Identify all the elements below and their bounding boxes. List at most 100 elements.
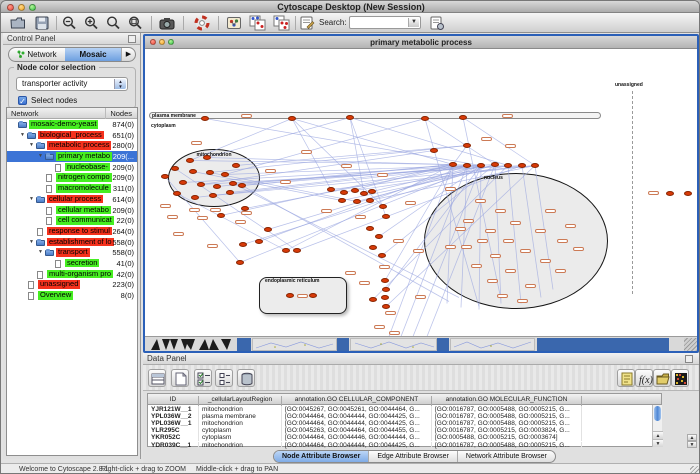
network-node[interactable] bbox=[430, 148, 438, 153]
network-node[interactable] bbox=[238, 183, 246, 188]
network-node[interactable] bbox=[264, 227, 272, 232]
network-node[interactable] bbox=[236, 260, 244, 265]
network-node[interactable] bbox=[378, 253, 386, 258]
tree-row[interactable]: cellular metabo209(0) bbox=[7, 205, 137, 216]
network-node[interactable] bbox=[197, 182, 205, 187]
strip-marker[interactable] bbox=[437, 338, 449, 351]
network-node[interactable] bbox=[209, 193, 217, 198]
network-node[interactable] bbox=[173, 191, 181, 196]
network-node[interactable] bbox=[338, 198, 346, 203]
network-node[interactable] bbox=[346, 115, 354, 120]
table-row[interactable]: YLR295Ccytoplasm[GO:0045263, GO:0044464,… bbox=[148, 427, 661, 434]
tree-row[interactable]: ▼cellular process614(0) bbox=[7, 194, 137, 205]
network-node[interactable] bbox=[255, 239, 263, 244]
network-node[interactable] bbox=[375, 234, 383, 239]
zoom-in-icon[interactable] bbox=[83, 15, 99, 31]
network-node[interactable] bbox=[213, 184, 221, 189]
network-canvas[interactable]: plasma membrane cytoplasm mitochondrion … bbox=[145, 49, 697, 336]
network-node[interactable] bbox=[369, 297, 377, 302]
search-dropdown-arrow[interactable]: ▼ bbox=[408, 18, 419, 27]
network-node[interactable] bbox=[531, 163, 539, 168]
network-node[interactable] bbox=[309, 293, 317, 298]
tab-network-attribute-browser[interactable]: Network Attribute Browser bbox=[458, 451, 555, 462]
float-panel-icon[interactable] bbox=[685, 355, 693, 363]
tree-row[interactable]: nitrogen compo209(0) bbox=[7, 172, 137, 183]
panel-scroll-down-icon[interactable]: ▼ bbox=[687, 441, 697, 448]
select-columns-icon[interactable] bbox=[148, 369, 166, 387]
notes-icon[interactable] bbox=[617, 369, 635, 387]
scroll-up-icon[interactable]: ▲ bbox=[653, 431, 663, 439]
network-node[interactable] bbox=[353, 199, 361, 204]
tree-row[interactable]: ▼metabolic process280(0) bbox=[7, 140, 137, 151]
network-node[interactable] bbox=[286, 293, 294, 298]
network-node[interactable] bbox=[189, 169, 197, 174]
tree-row[interactable]: nucleobase-209(0) bbox=[7, 162, 137, 173]
open-folder-icon[interactable] bbox=[10, 15, 26, 31]
import-folder-icon[interactable] bbox=[653, 369, 671, 387]
network-node[interactable] bbox=[504, 163, 512, 168]
tree-row[interactable]: ▼transport558(0) bbox=[7, 247, 137, 258]
network-node[interactable] bbox=[288, 116, 296, 121]
strip-scrollbar[interactable] bbox=[537, 338, 669, 351]
annotation-form-icon[interactable] bbox=[299, 15, 315, 31]
view-resize-grip[interactable] bbox=[684, 338, 697, 351]
float-panel-icon[interactable] bbox=[128, 35, 136, 43]
network-node[interactable] bbox=[293, 248, 301, 253]
network-node[interactable] bbox=[463, 163, 471, 168]
network-node[interactable] bbox=[382, 214, 390, 219]
network-node[interactable] bbox=[368, 189, 376, 194]
tree-row[interactable]: unassigned223(0) bbox=[7, 279, 137, 290]
network-node[interactable] bbox=[232, 163, 240, 168]
network-node[interactable] bbox=[221, 172, 229, 177]
scroll-down-icon[interactable]: ▼ bbox=[653, 439, 663, 447]
disclosure-triangle-icon[interactable]: ▼ bbox=[38, 153, 43, 159]
strip-marker[interactable] bbox=[337, 338, 349, 351]
network-node[interactable] bbox=[421, 116, 429, 121]
strip-thumbnail[interactable] bbox=[350, 338, 437, 351]
network-node[interactable] bbox=[369, 245, 377, 250]
network-node[interactable] bbox=[379, 204, 387, 209]
strip-thumbnail[interactable] bbox=[450, 338, 535, 351]
tree-col-network[interactable]: Network bbox=[11, 109, 39, 118]
network-node[interactable] bbox=[171, 166, 179, 171]
help-lifesaver-icon[interactable] bbox=[194, 15, 210, 31]
network-node[interactable] bbox=[684, 191, 692, 196]
table-row[interactable]: YJR121W__1mitochondrion[GO:0045267, GO:0… bbox=[148, 406, 661, 413]
strip-thumbnail[interactable] bbox=[252, 338, 337, 351]
attribute-checklist-icon[interactable] bbox=[194, 369, 212, 387]
network-node[interactable] bbox=[201, 116, 209, 121]
disclosure-triangle-icon[interactable]: ▼ bbox=[20, 132, 25, 138]
delete-attribute-icon[interactable] bbox=[237, 369, 255, 387]
tree-row[interactable]: multi-organism pro42(0) bbox=[7, 269, 137, 280]
network-node[interactable] bbox=[463, 143, 471, 148]
tree-row[interactable]: ▼biological_process651(0) bbox=[7, 130, 137, 141]
network-node[interactable] bbox=[459, 115, 467, 120]
network-node[interactable] bbox=[229, 181, 237, 186]
network-node[interactable] bbox=[161, 174, 169, 179]
table-row[interactable]: YDR039C__1mitochondrion[GO:0044464, GO:0… bbox=[148, 442, 661, 449]
save-icon[interactable] bbox=[34, 15, 50, 31]
network-node[interactable] bbox=[340, 190, 348, 195]
network-node[interactable] bbox=[241, 206, 249, 211]
tab-mosaic[interactable]: Mosaic bbox=[65, 48, 121, 61]
tree-row[interactable]: Overview8(0) bbox=[7, 290, 137, 301]
network-node[interactable] bbox=[382, 304, 390, 309]
strip-marker[interactable] bbox=[237, 338, 251, 351]
network-node[interactable] bbox=[186, 158, 194, 163]
tab-network[interactable]: Network bbox=[9, 48, 65, 61]
node-color-dropdown[interactable]: transporter activity ▲▼ bbox=[16, 77, 128, 91]
tree-row[interactable]: macromolecule311(0) bbox=[7, 183, 137, 194]
select-nodes-checkbox[interactable]: ✓ bbox=[18, 96, 27, 105]
window-resize-grip[interactable] bbox=[690, 466, 699, 474]
network-node[interactable] bbox=[518, 163, 526, 168]
disclosure-triangle-icon[interactable]: ▼ bbox=[38, 249, 43, 255]
table-row[interactable]: YKR052Ccytoplasm[GO:0044464, GO:0044446,… bbox=[148, 434, 661, 441]
table-row[interactable]: YPL036W__1mitochondrion[GO:0044464, GO:0… bbox=[148, 420, 661, 427]
function-builder-icon[interactable]: f(x) bbox=[635, 369, 653, 387]
snapshot-camera-icon[interactable] bbox=[159, 15, 175, 31]
network-node[interactable] bbox=[491, 162, 499, 167]
network-node[interactable] bbox=[366, 198, 374, 203]
tree-row[interactable]: ▼establishment of lo558(0) bbox=[7, 237, 137, 248]
network-node[interactable] bbox=[226, 190, 234, 195]
network-node[interactable] bbox=[381, 295, 389, 300]
